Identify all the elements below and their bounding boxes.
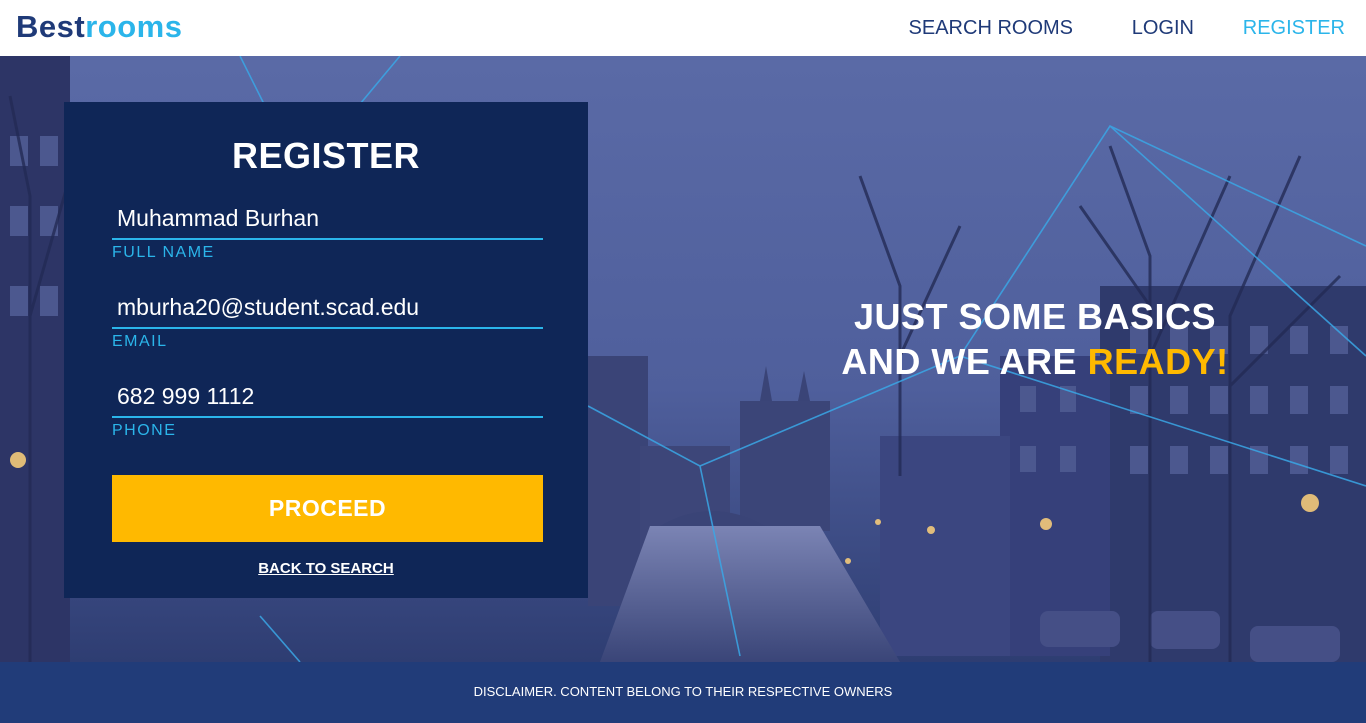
register-panel: REGISTER FULL NAME EMAIL PHONE PROCEED B… [64,102,588,598]
back-to-search-wrapper: BACK TO SEARCH [64,560,588,578]
tagline-line1: JUST SOME BASICS [853,296,1217,337]
tagline-line2-prefix: AND WE ARE [841,341,1088,382]
nav-search-rooms[interactable]: SEARCH ROOMS [909,16,1073,40]
brand-name-part2: rooms [85,9,183,44]
email-field-group: EMAIL [112,287,543,351]
email-label: EMAIL [112,333,168,350]
phone-label: PHONE [112,422,177,439]
back-to-search-link[interactable]: BACK TO SEARCH [258,560,394,577]
nav-login[interactable]: LOGIN [1132,16,1194,40]
tagline-line2: AND WE ARE READY! [760,339,1310,384]
tagline-highlight: READY! [1087,341,1229,382]
nav-register[interactable]: REGISTER [1243,16,1345,40]
proceed-button[interactable]: PROCEED [112,475,543,542]
top-header: Bestrooms SEARCH ROOMS LOGIN REGISTER [0,0,1366,56]
brand-logo[interactable]: Bestrooms [16,8,182,46]
email-input[interactable] [112,287,543,329]
footer-disclaimer: DISCLAIMER. CONTENT BELONG TO THEIR RESP… [473,684,893,699]
phone-field-group: PHONE [112,376,543,440]
page-footer: DISCLAIMER. CONTENT BELONG TO THEIR RESP… [0,662,1366,723]
hero-section: REGISTER FULL NAME EMAIL PHONE PROCEED B… [0,56,1366,662]
register-title: REGISTER [231,135,421,176]
hero-tagline: JUST SOME BASICS AND WE ARE READY! [760,294,1310,384]
brand-name-part1: Best [16,9,86,44]
phone-input[interactable] [112,376,543,418]
full-name-field-group: FULL NAME [112,198,543,262]
full-name-input[interactable] [112,198,543,240]
full-name-label: FULL NAME [112,244,215,261]
